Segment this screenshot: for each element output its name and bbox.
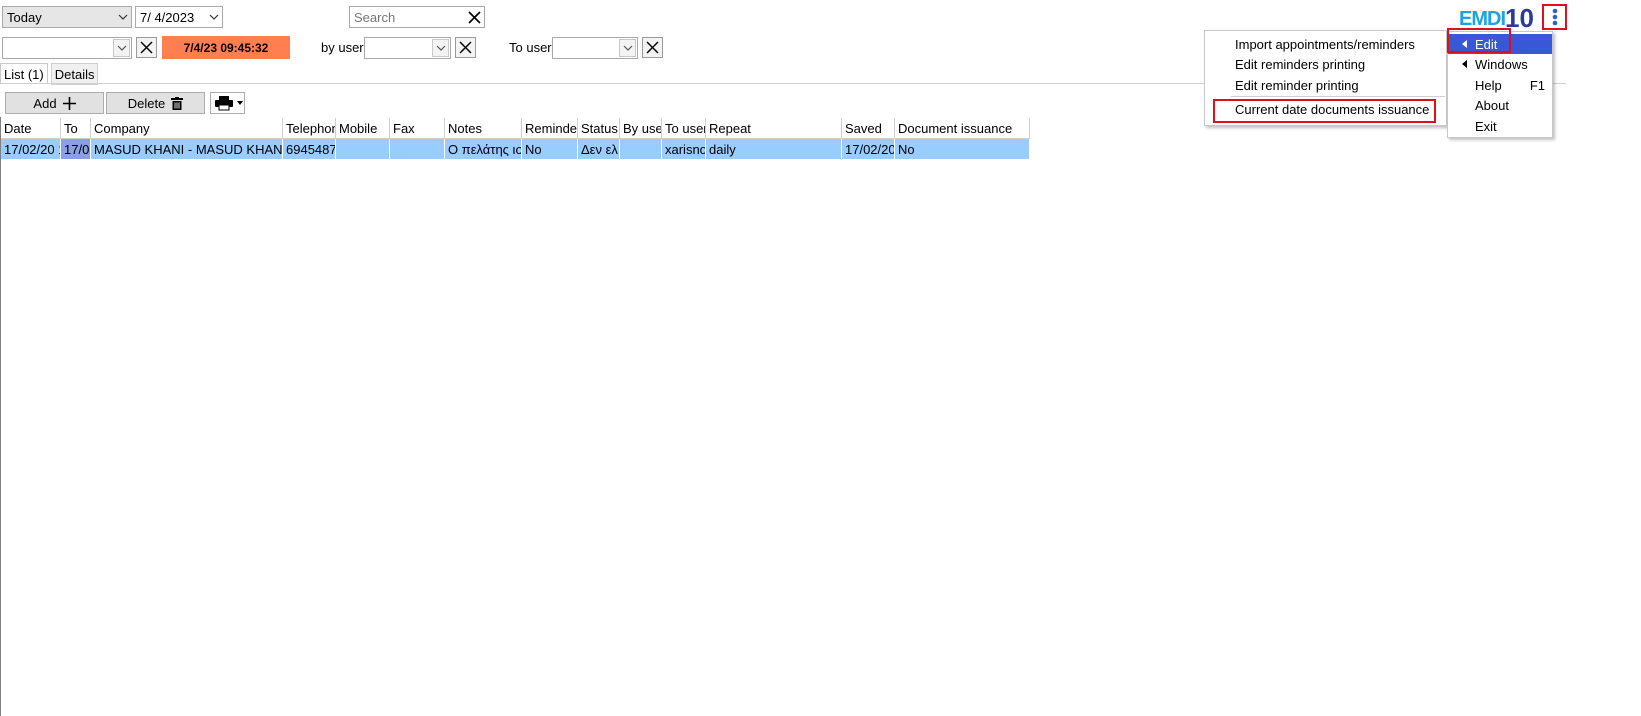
highlight-current-date-documents xyxy=(1213,99,1436,123)
period-select[interactable]: Today xyxy=(2,6,132,28)
category-select[interactable] xyxy=(2,37,132,59)
clear-to-user-button[interactable] xyxy=(642,37,663,58)
grid-body: 17/02/20 117/02MASUD KHANI - MASUD KHANI… xyxy=(1,139,1030,159)
table-cell[interactable]: No xyxy=(895,139,1030,159)
table-cell[interactable] xyxy=(336,139,390,159)
menu-item-exit[interactable]: Exit xyxy=(1475,116,1497,136)
help-shortcut: F1 xyxy=(1529,77,1545,93)
column-header[interactable]: To xyxy=(61,118,91,138)
table-cell[interactable]: Δεν ελ xyxy=(578,139,620,159)
column-header[interactable]: Notes xyxy=(445,118,522,138)
column-header[interactable]: Status xyxy=(578,118,620,138)
period-select-value: Today xyxy=(7,9,42,25)
tab-list[interactable]: List (1) xyxy=(0,63,48,84)
search-box[interactable]: Search xyxy=(349,6,485,28)
table-cell[interactable]: 17/02/20 1 xyxy=(1,139,61,159)
menu-item-windows-label: Windows xyxy=(1475,56,1528,72)
close-icon xyxy=(459,41,472,54)
submenu-arrow-icon xyxy=(1462,60,1467,68)
table-cell[interactable]: Ο πελάτης ισ xyxy=(445,139,522,159)
to-user-label: To user xyxy=(509,40,552,55)
menu-item-edit-reminder-printing[interactable]: Edit reminder printing xyxy=(1235,75,1359,95)
table-cell[interactable]: daily xyxy=(706,139,842,159)
menu-item-about[interactable]: About xyxy=(1475,95,1509,115)
table-cell[interactable]: 17/02 xyxy=(61,139,91,159)
column-header[interactable]: To user xyxy=(662,118,706,138)
close-icon xyxy=(646,41,659,54)
menu-item-import-appointments[interactable]: Import appointments/reminders xyxy=(1235,34,1415,54)
printer-icon xyxy=(215,96,233,111)
to-user-select[interactable] xyxy=(552,37,638,59)
column-header[interactable]: Date xyxy=(1,118,61,138)
column-header[interactable]: Fax xyxy=(390,118,445,138)
column-header[interactable]: By use xyxy=(620,118,662,138)
kebab-menu-button[interactable] xyxy=(1542,4,1567,30)
by-user-label: by user xyxy=(321,40,364,55)
date-picker[interactable]: 7/ 4/2023 xyxy=(135,6,223,28)
search-input[interactable]: Search xyxy=(350,10,464,25)
close-icon xyxy=(140,41,153,54)
clear-by-user-button[interactable] xyxy=(455,37,476,58)
highlight-edit xyxy=(1447,28,1511,53)
grid-header: Date To Company Telephon Mobile Fax Notes Remin… xyxy=(1,118,1030,139)
print-button[interactable] xyxy=(210,92,245,114)
column-header[interactable]: Company xyxy=(91,118,283,138)
menu-item-edit-reminders-printing[interactable]: Edit reminders printing xyxy=(1235,54,1365,74)
column-header[interactable]: Reminder xyxy=(522,118,578,138)
date-picker-value: 7/ 4/2023 xyxy=(140,9,195,25)
clear-category-button[interactable] xyxy=(136,37,157,58)
plus-icon xyxy=(62,96,76,110)
by-user-select[interactable] xyxy=(364,37,451,59)
delete-button[interactable]: Delete xyxy=(106,92,205,114)
chevron-down-icon xyxy=(113,39,130,57)
clear-search-icon[interactable] xyxy=(464,7,484,27)
caret-down-icon[interactable] xyxy=(236,100,244,106)
emdi-logo: EMDI 10 xyxy=(1459,3,1534,31)
menu-item-windows[interactable]: Windows xyxy=(1448,54,1552,74)
kebab-icon xyxy=(1552,8,1557,26)
table-cell[interactable]: 69454878 xyxy=(283,139,336,159)
column-header[interactable]: Telephon xyxy=(283,118,336,138)
trash-icon xyxy=(171,96,184,110)
table-row[interactable]: 17/02/20 117/02MASUD KHANI - MASUD KHANI… xyxy=(1,139,1030,159)
column-header[interactable]: Saved xyxy=(842,118,895,138)
chevron-down-icon xyxy=(619,39,636,57)
reminders-grid: Date To Company Telephon Mobile Fax Notes Remin… xyxy=(1,118,1030,159)
add-button[interactable]: Add xyxy=(5,92,104,114)
chevron-down-icon xyxy=(115,7,131,27)
chevron-down-icon xyxy=(206,7,222,27)
chevron-down-icon xyxy=(432,39,449,57)
tab-bar: List (1) Details xyxy=(0,63,99,85)
delete-button-label: Delete xyxy=(127,95,166,111)
table-cell[interactable] xyxy=(620,139,662,159)
table-cell[interactable]: xarisno xyxy=(662,139,706,159)
add-button-label: Add xyxy=(33,95,57,111)
table-cell[interactable]: No xyxy=(522,139,578,159)
menu-item-help[interactable]: Help F1 xyxy=(1475,75,1545,95)
menu-separator xyxy=(1231,96,1445,97)
table-cell[interactable]: 17/02/20 xyxy=(842,139,895,159)
menu-item-help-label: Help xyxy=(1475,77,1502,93)
tab-details[interactable]: Details xyxy=(50,63,99,85)
table-cell[interactable] xyxy=(390,139,445,159)
column-header[interactable]: Repeat xyxy=(706,118,842,138)
column-header[interactable]: Document issuance xyxy=(895,118,1030,138)
column-header[interactable]: Mobile xyxy=(336,118,390,138)
timestamp-display: 7/4/23 09:45:32 xyxy=(162,36,290,59)
table-cell[interactable]: MASUD KHANI - MASUD KHANI xyxy=(91,139,283,159)
grid-left-border xyxy=(0,117,1,716)
